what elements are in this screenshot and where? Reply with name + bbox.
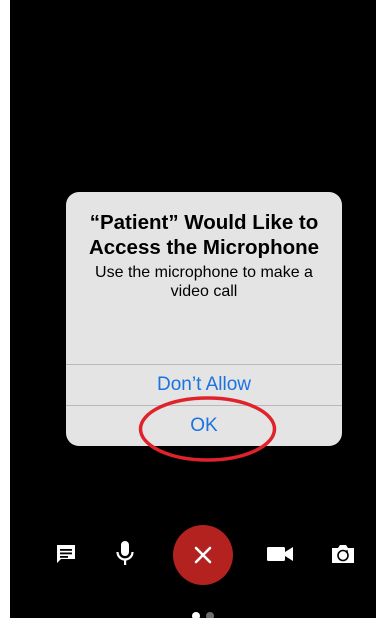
ok-button[interactable]: OK xyxy=(66,405,342,446)
video-call-screen: “Patient” Would Like to Access the Micro… xyxy=(10,0,376,618)
switch-camera-icon[interactable] xyxy=(328,540,358,568)
dialog-title: “Patient” Would Like to Access the Micro… xyxy=(88,211,320,259)
video-camera-icon[interactable] xyxy=(265,540,295,568)
page-dot-active xyxy=(192,612,200,618)
microphone-permission-dialog: “Patient” Would Like to Access the Micro… xyxy=(66,192,342,446)
chat-icon[interactable] xyxy=(52,540,80,568)
dialog-body: “Patient” Would Like to Access the Micro… xyxy=(66,192,342,344)
end-call-icon xyxy=(194,546,212,564)
microphone-icon[interactable] xyxy=(111,538,139,570)
page-dot xyxy=(206,612,214,618)
dialog-message: Use the microphone to make a video call xyxy=(95,264,313,300)
end-call-button[interactable] xyxy=(173,525,233,585)
page-indicator xyxy=(192,612,214,618)
dont-allow-button[interactable]: Don’t Allow xyxy=(66,364,342,405)
